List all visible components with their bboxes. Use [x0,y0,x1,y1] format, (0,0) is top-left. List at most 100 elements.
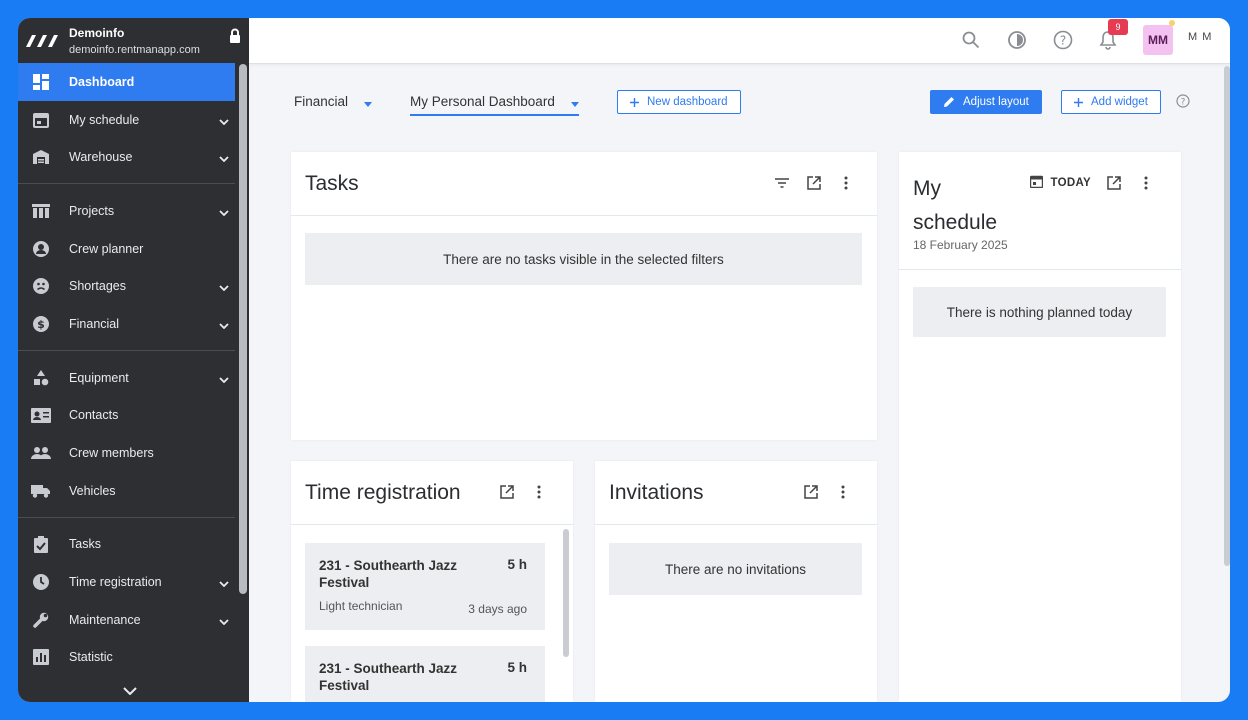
adjust-layout-button[interactable]: Adjust layout [930,90,1042,114]
sidebar-item-tasks[interactable]: Tasks [18,526,249,564]
open-external-icon[interactable] [805,174,823,192]
widget-title: Tasks [305,172,359,195]
caret-down-icon [363,95,372,110]
new-dashboard-button[interactable]: New dashboard [617,90,741,114]
chevron-down-icon [219,318,229,332]
today-button[interactable]: TODAY [1029,175,1092,191]
page-scrollbar[interactable] [1224,66,1230,566]
sidebar-item-financial[interactable]: $ Financial [18,305,249,343]
my-schedule-widget: My schedule TODAY 18 February 2025 There… [899,152,1181,702]
pencil-icon [943,96,955,108]
chevron-down-icon[interactable] [123,682,137,700]
sidebar-item-label: Crew members [69,446,154,461]
more-vertical-icon[interactable] [530,483,548,501]
sidebar-item-shortages[interactable]: Shortages [18,267,249,305]
group-icon [31,443,51,463]
tasks-widget: Tasks There are no tasks visible in the … [291,152,877,440]
open-external-icon[interactable] [802,483,820,501]
sidebar-item-label: Financial [69,316,120,331]
chevron-down-icon [219,372,229,386]
calendar-icon [1029,175,1043,191]
list-item[interactable]: 231 - Southearth Jazz Festival 5 h Light… [305,543,545,630]
help-icon[interactable]: ? [1052,29,1074,51]
widget-divider [899,269,1181,270]
widget-actions [802,483,852,501]
chevron-down-icon [219,280,229,294]
sidebar-item-contacts[interactable]: Contacts [18,397,249,435]
filter-icon[interactable] [773,174,791,192]
tab-my-personal-dashboard[interactable]: My Personal Dashboard [410,94,579,116]
sidebar-item-vehicles[interactable]: Vehicles [18,472,249,510]
time-entry-project: 231 - Southearth Jazz Festival [319,661,458,693]
button-label: New dashboard [647,96,728,108]
widget-title-line: schedule [913,211,998,234]
list-scrollbar[interactable] [563,529,569,657]
sidebar-item-statistic[interactable]: Statistic [18,639,249,677]
help-icon[interactable]: ? [1176,94,1190,113]
more-vertical-icon[interactable] [1137,174,1155,192]
today-label: TODAY [1050,177,1091,189]
sidebar-item-time-registration[interactable]: Time registration [18,563,249,601]
sidebar-item-projects[interactable]: Projects [18,192,249,230]
tab-financial[interactable]: Financial [294,94,372,116]
chevron-down-icon [219,576,229,590]
time-entry-ago: 3 days ago [468,602,527,616]
sidebar-divider [18,183,235,185]
open-external-icon[interactable] [498,483,516,501]
sidebar-item-label: Crew planner [69,241,144,256]
lock-icon[interactable] [229,28,241,49]
time-entry-hours: 5 h [507,660,527,675]
sidebar-item-label: Vehicles [69,483,116,498]
sidebar-scrollbar[interactable] [239,64,247,594]
notification-badge: 9 [1108,19,1128,35]
button-label: Adjust layout [963,96,1029,108]
widget-title-line: My [913,177,941,200]
search-icon[interactable] [960,29,982,51]
user-name[interactable]: M M [1188,31,1212,43]
add-widget-button[interactable]: Add widget [1061,90,1161,114]
more-vertical-icon[interactable] [837,174,855,192]
theme-toggle-icon[interactable] [1006,29,1028,51]
rentman-logo-icon [24,31,64,51]
open-external-icon[interactable] [1105,174,1123,192]
sidebar-item-equipment[interactable]: Equipment [18,359,249,397]
org-name: Demoinfo [69,25,125,40]
plus-icon [630,97,639,107]
sidebar-divider [18,349,235,351]
time-entry-project: 231 - Southearth Jazz Festival [319,558,458,590]
sidebar-item-maintenance[interactable]: Maintenance [18,601,249,639]
chevron-down-icon [219,205,229,219]
projects-icon [31,201,51,221]
widget-title: Time registration [305,481,461,504]
time-registration-widget: Time registration 231 - Southearth Jazz … [291,461,573,702]
sidebar-item-dashboard[interactable]: Dashboard [18,63,235,101]
widget-title: Invitations [609,481,704,504]
sidebar-item-my-schedule[interactable]: My schedule [18,101,249,139]
avatar[interactable]: MM [1143,25,1173,55]
warehouse-icon [31,147,51,167]
sidebar-item-warehouse[interactable]: Warehouse [18,138,249,176]
bar-chart-icon [31,647,51,667]
truck-icon [31,481,51,501]
tab-label: Financial [294,94,349,109]
sidebar-item-label: Warehouse [69,150,133,165]
shapes-icon [31,368,51,388]
sidebar-item-crew-members[interactable]: Crew members [18,434,249,472]
sidebar-item-crew-planner[interactable]: Crew planner [18,230,249,268]
list-item[interactable]: 231 - Southearth Jazz Festival 5 h [305,646,545,702]
calendar-icon [31,110,51,130]
time-entry-hours: 5 h [507,557,527,572]
more-vertical-icon[interactable] [834,483,852,501]
caret-down-icon [570,95,579,110]
sidebar-item-label: Statistic [69,650,113,665]
sidebar-item-label: Projects [69,203,115,218]
sidebar-item-label: Time registration [69,575,162,590]
sidebar-item-label: Maintenance [69,612,141,627]
app-window: Demoinfo demoinfo.rentmanapp.com Dashboa… [18,18,1230,702]
sidebar-item-label: Tasks [69,537,101,552]
contact-card-icon [31,405,51,425]
dashboard-icon [31,72,51,92]
widget-actions: TODAY [1029,174,1156,192]
org-header[interactable]: Demoinfo demoinfo.rentmanapp.com [18,18,249,63]
invitations-empty-state: There are no invitations [609,543,862,595]
